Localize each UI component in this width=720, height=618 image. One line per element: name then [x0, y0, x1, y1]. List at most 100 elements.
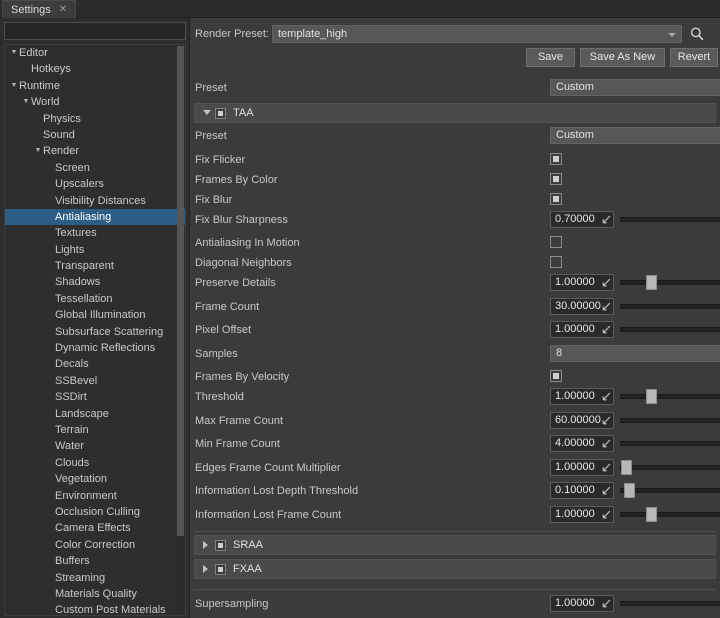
checkbox-fix-flicker[interactable] [550, 153, 562, 165]
number-field-fix-blur-sharpness[interactable]: 0.70000 [550, 211, 614, 228]
checkbox-diagonal-neighbors[interactable] [550, 256, 562, 268]
render-preset-dropdown[interactable]: template_high [272, 25, 682, 43]
sidebar-item-color-correction[interactable]: ▼Color Correction [5, 537, 185, 553]
group-enable-checkbox[interactable] [215, 540, 226, 551]
chevron-right-icon[interactable] [203, 541, 208, 549]
sidebar-item-occlusion-culling[interactable]: ▼Occlusion Culling [5, 504, 185, 520]
slider-threshold[interactable] [620, 388, 720, 405]
chevron-right-icon[interactable] [203, 565, 208, 573]
sidebar-item-physics[interactable]: ▼Physics [5, 111, 185, 127]
slider-frame-count[interactable] [620, 298, 720, 315]
search-icon[interactable] [688, 25, 706, 43]
sidebar-item-ssbevel[interactable]: ▼SSBevel [5, 373, 185, 389]
sidebar-item-runtime[interactable]: ▼Runtime [5, 78, 185, 94]
number-field-supersampling[interactable]: 1.00000 [550, 595, 614, 612]
chevron-down-icon[interactable]: ▼ [9, 78, 19, 94]
chevron-down-icon[interactable] [203, 110, 211, 115]
drag-handle-icon[interactable] [602, 599, 611, 608]
sidebar-item-subsurface-scattering[interactable]: ▼Subsurface Scattering [5, 324, 185, 340]
preset-dropdown[interactable]: Custom [550, 79, 720, 96]
chevron-down-icon[interactable]: ▼ [33, 143, 43, 159]
tree-scrollbar[interactable] [177, 46, 184, 616]
tree-scrollbar-thumb[interactable] [177, 46, 184, 536]
sidebar-item-landscape[interactable]: ▼Landscape [5, 406, 185, 422]
slider-pixel-offset[interactable] [620, 321, 720, 338]
drag-handle-icon[interactable] [602, 510, 611, 519]
number-field-threshold[interactable]: 1.00000 [550, 388, 614, 405]
checkbox-fix-blur[interactable] [550, 193, 562, 205]
drag-handle-icon[interactable] [602, 416, 611, 425]
checkbox-antialiasing-in-motion[interactable] [550, 236, 562, 248]
drag-handle-icon[interactable] [602, 392, 611, 401]
drag-handle-icon[interactable] [602, 302, 611, 311]
drag-handle-icon[interactable] [602, 463, 611, 472]
sidebar-item-editor[interactable]: ▼Editor [5, 45, 185, 61]
slider-handle[interactable] [646, 275, 657, 290]
drag-handle-icon[interactable] [602, 325, 611, 334]
sidebar-item-world[interactable]: ▼World [5, 94, 185, 110]
drag-handle-icon[interactable] [602, 439, 611, 448]
dropdown-preset[interactable]: Custom [550, 127, 720, 144]
group-header-fxaa[interactable]: FXAA [194, 559, 716, 579]
sidebar-item-clouds[interactable]: ▼Clouds [5, 455, 185, 471]
drag-handle-icon[interactable] [602, 278, 611, 287]
sidebar-item-custom-post-materials[interactable]: ▼Custom Post Materials [5, 602, 185, 616]
slider-fix-blur-sharpness[interactable] [620, 211, 720, 228]
number-field-information-lost-frame-count[interactable]: 1.00000 [550, 506, 614, 523]
sidebar-item-shadows[interactable]: ▼Shadows [5, 274, 185, 290]
sidebar-search-input[interactable] [4, 22, 186, 40]
sidebar-item-environment[interactable]: ▼Environment [5, 488, 185, 504]
slider-min-frame-count[interactable] [620, 435, 720, 452]
slider-handle[interactable] [621, 460, 632, 475]
number-field-edges-frame-count-multiplier[interactable]: 1.00000 [550, 459, 614, 476]
checkbox-frames-by-velocity[interactable] [550, 370, 562, 382]
sidebar-item-sound[interactable]: ▼Sound [5, 127, 185, 143]
sidebar-item-water[interactable]: ▼Water [5, 438, 185, 454]
slider-max-frame-count[interactable] [620, 412, 720, 429]
number-field-frame-count[interactable]: 30.00000 [550, 298, 614, 315]
sidebar-item-textures[interactable]: ▼Textures [5, 225, 185, 241]
sidebar-item-antialiasing[interactable]: ▼Antialiasing [5, 209, 185, 225]
slider-information-lost-depth-threshold[interactable] [620, 482, 720, 499]
slider-information-lost-frame-count[interactable] [620, 506, 720, 523]
slider-edges-frame-count-multiplier[interactable] [620, 459, 720, 476]
sidebar-item-terrain[interactable]: ▼Terrain [5, 422, 185, 438]
sidebar-item-upscalers[interactable]: ▼Upscalers [5, 176, 185, 192]
sidebar-item-visibility-distances[interactable]: ▼Visibility Distances [5, 193, 185, 209]
sidebar-item-streaming[interactable]: ▼Streaming [5, 570, 185, 586]
sidebar-item-ssdirt[interactable]: ▼SSDirt [5, 389, 185, 405]
slider-handle[interactable] [646, 507, 657, 522]
slider-handle[interactable] [624, 483, 635, 498]
save-button[interactable]: Save [526, 48, 575, 67]
sidebar-item-camera-effects[interactable]: ▼Camera Effects [5, 520, 185, 536]
group-header-sraa[interactable]: SRAA [194, 535, 716, 555]
number-field-max-frame-count[interactable]: 60.00000 [550, 412, 614, 429]
sidebar-item-lights[interactable]: ▼Lights [5, 242, 185, 258]
group-enable-checkbox[interactable] [215, 564, 226, 575]
number-field-pixel-offset[interactable]: 1.00000 [550, 321, 614, 338]
chevron-down-icon[interactable]: ▼ [21, 94, 31, 110]
sidebar-item-render[interactable]: ▼Render [5, 143, 185, 159]
dropdown-samples[interactable]: 8 [550, 345, 720, 362]
group-header-taa[interactable]: TAA [194, 103, 716, 123]
checkbox-frames-by-color[interactable] [550, 173, 562, 185]
revert-button[interactable]: Revert [670, 48, 718, 67]
sidebar-item-transparent[interactable]: ▼Transparent [5, 258, 185, 274]
group-enable-checkbox[interactable] [215, 108, 226, 119]
slider-preserve-details[interactable] [620, 274, 720, 291]
sidebar-item-materials-quality[interactable]: ▼Materials Quality [5, 586, 185, 602]
number-field-preserve-details[interactable]: 1.00000 [550, 274, 614, 291]
close-icon[interactable]: ✕ [57, 4, 69, 15]
sidebar-item-vegetation[interactable]: ▼Vegetation [5, 471, 185, 487]
sidebar-item-dynamic-reflections[interactable]: ▼Dynamic Reflections [5, 340, 185, 356]
sidebar-item-buffers[interactable]: ▼Buffers [5, 553, 185, 569]
sidebar-item-decals[interactable]: ▼Decals [5, 356, 185, 372]
slider-handle[interactable] [646, 389, 657, 404]
save-as-new-button[interactable]: Save As New [580, 48, 665, 67]
sidebar-item-hotkeys[interactable]: ▼Hotkeys [5, 61, 185, 77]
sidebar-item-screen[interactable]: ▼Screen [5, 160, 185, 176]
slider-supersampling[interactable] [620, 595, 720, 612]
drag-handle-icon[interactable] [602, 486, 611, 495]
sidebar-item-tessellation[interactable]: ▼Tessellation [5, 291, 185, 307]
tab-settings[interactable]: Settings ✕ [2, 0, 76, 18]
